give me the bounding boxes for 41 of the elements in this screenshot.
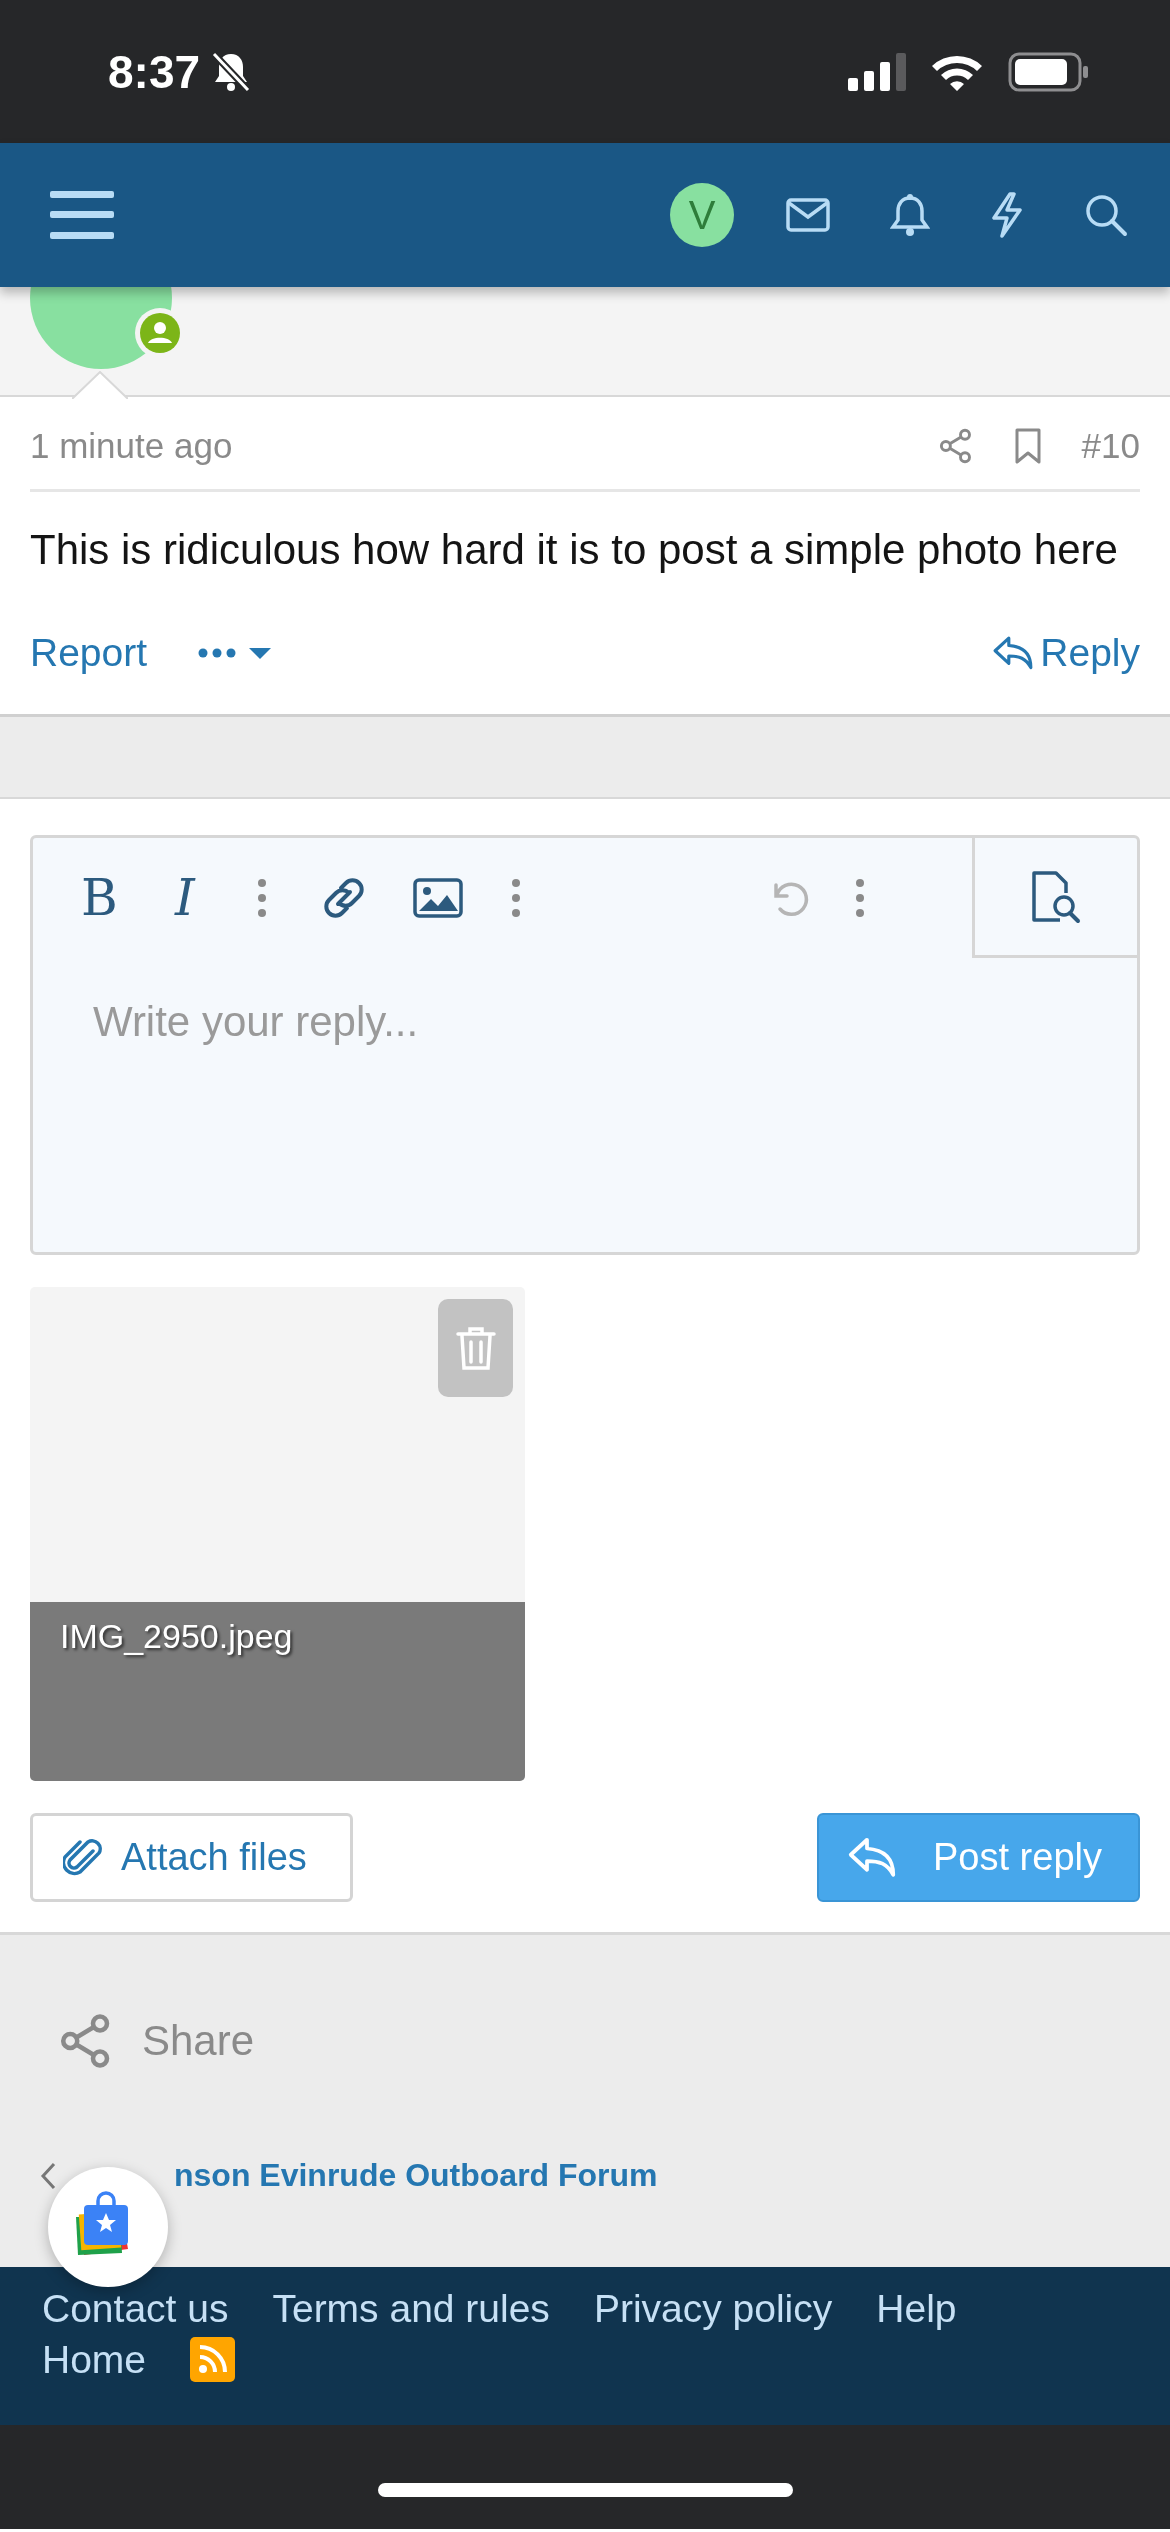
preview-icon[interactable]	[1030, 869, 1082, 924]
search-icon[interactable]	[1084, 193, 1128, 237]
share-icon[interactable]	[937, 428, 974, 464]
shopping-app-button[interactable]	[48, 2167, 168, 2287]
more-options-icon[interactable]	[257, 878, 267, 918]
bookmark-icon[interactable]	[1013, 428, 1042, 464]
italic-button[interactable]: I	[175, 869, 215, 927]
image-icon[interactable]	[413, 878, 463, 918]
mail-icon[interactable]	[786, 197, 830, 233]
reply-input[interactable]: Write your reply...	[33, 998, 1137, 1046]
footer-link[interactable]: Privacy policy	[593, 2287, 833, 2331]
footer-link[interactable]: Terms and rules	[272, 2287, 550, 2331]
more-options-icon[interactable]	[855, 878, 865, 918]
menu-icon[interactable]	[50, 189, 114, 241]
reply-label[interactable]: Reply	[1040, 631, 1140, 675]
bold-button[interactable]: B	[81, 869, 127, 927]
back-chevron-icon[interactable]	[40, 2161, 56, 2190]
footer-link[interactable]: Help	[876, 2287, 957, 2331]
preview-button[interactable]	[972, 838, 1137, 958]
attach-files-button[interactable]: Attach files	[30, 1813, 353, 1902]
breadcrumb-link[interactable]: nson Evinrude Outboard Forum	[174, 2157, 658, 2194]
report-link[interactable]: Report	[30, 631, 148, 675]
post-time[interactable]: 1 minute ago	[30, 426, 233, 466]
post-number[interactable]: #10	[1081, 426, 1140, 466]
bolt-icon[interactable]	[990, 192, 1024, 238]
post-reply-button[interactable]: Post reply	[817, 1813, 1140, 1902]
more-options-icon[interactable]	[511, 878, 521, 918]
share-link[interactable]: Share	[142, 2017, 255, 2065]
rss-icon[interactable]	[190, 2337, 236, 2382]
reply-icon	[847, 1836, 897, 1879]
reply-link[interactable]: Reply	[992, 631, 1140, 675]
post-message: This is ridiculous how hard it is to post a simple photo here	[30, 525, 1119, 575]
user-avatar[interactable]: V	[670, 183, 734, 247]
signal-icon	[848, 51, 908, 92]
battery-icon	[1008, 51, 1090, 92]
bell-icon[interactable]	[890, 193, 930, 237]
status-time: 8:37	[108, 44, 201, 99]
attachment-filename: IMG_2950.jpeg	[60, 1617, 293, 1656]
footer-link[interactable]: Home	[42, 2337, 147, 2382]
footer-link[interactable]: Contact us	[42, 2287, 229, 2331]
reply-icon	[992, 635, 1035, 671]
